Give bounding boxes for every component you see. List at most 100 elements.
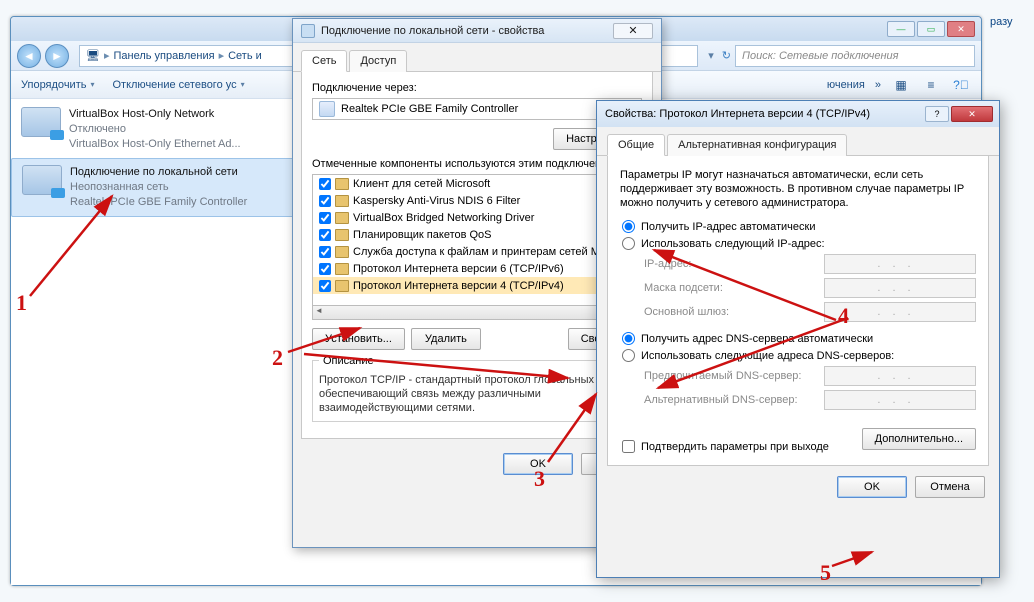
close-button[interactable]: ✕	[951, 106, 993, 122]
dialog-body: Параметры IP могут назначаться автоматич…	[607, 156, 989, 466]
breadcrumb-item[interactable]: Сеть и	[228, 50, 262, 62]
radio-manual-dns[interactable]: Использовать следующие адреса DNS-сервер…	[620, 349, 976, 362]
dialog-titlebar: Подключение по локальной сети - свойства…	[293, 19, 661, 43]
list-item: Протокол Интернета версии 6 (TCP/IPv6)	[313, 260, 641, 277]
list-item: Планировщик пакетов QoS	[313, 226, 641, 243]
component-checkbox[interactable]	[319, 229, 331, 241]
connection-title: VirtualBox Host-Only Network	[69, 107, 241, 122]
dialog-icon	[301, 24, 315, 38]
ipv4-properties-dialog: Свойства: Протокол Интернета версии 4 (T…	[596, 100, 1000, 578]
subnet-mask-label: Маска подсети:	[644, 282, 824, 294]
description-text: Протокол TCP/IP - стандартный протокол г…	[319, 373, 635, 415]
adapter-field: Realtek PCIe GBE Family Controller	[312, 98, 642, 120]
component-label: Протокол Интернета версии 6 (TCP/IPv6)	[353, 263, 564, 275]
connection-adapter: VirtualBox Host-Only Ethernet Ad...	[69, 137, 241, 152]
more-chevrons-icon[interactable]: »	[875, 79, 881, 91]
help-icon[interactable]: ?⃝	[951, 75, 971, 95]
connection-status: Отключено	[69, 122, 241, 137]
tab-strip: Общие Альтернативная конфигурация	[597, 127, 999, 156]
remove-button[interactable]: Удалить	[411, 328, 481, 350]
tab-access[interactable]: Доступ	[349, 50, 407, 72]
component-checkbox[interactable]	[319, 195, 331, 207]
component-label: Служба доступа к файлам и принтерам сете…	[353, 246, 602, 258]
disable-device-button[interactable]: Отключение сетевого ус	[112, 79, 244, 91]
search-input[interactable]: Поиск: Сетевые подключения	[735, 45, 975, 67]
tab-alt-config[interactable]: Альтернативная конфигурация	[667, 134, 847, 156]
subnet-mask-input: ...	[824, 278, 976, 298]
component-checkbox[interactable]	[319, 178, 331, 190]
radio-label: Использовать следующие адреса DNS-сервер…	[641, 350, 894, 362]
minimize-button[interactable]: —	[887, 21, 915, 37]
maximize-button[interactable]: ▭	[917, 21, 945, 37]
forward-button[interactable]: ►	[45, 44, 69, 68]
component-icon	[335, 229, 349, 241]
radio-manual-ip[interactable]: Использовать следующий IP-адрес:	[620, 237, 976, 250]
component-label: Kaspersky Anti-Virus NDIS 6 Filter	[353, 195, 520, 207]
validate-checkbox[interactable]	[622, 440, 635, 453]
network-adapter-icon	[22, 165, 62, 195]
adapter-name: Realtek PCIe GBE Family Controller	[341, 103, 518, 115]
connect-via-label: Подключение через:	[312, 82, 642, 94]
gateway-label: Основной шлюз:	[644, 306, 824, 318]
preferred-dns-input: ...	[824, 366, 976, 386]
ok-button[interactable]: OK	[837, 476, 907, 498]
radio-auto-ip[interactable]: Получить IP-адрес автоматически	[620, 220, 976, 233]
radio-auto-dns[interactable]: Получить адрес DNS-сервера автоматически	[620, 332, 976, 345]
close-button[interactable]: ✕	[947, 21, 975, 37]
advanced-button[interactable]: Дополнительно...	[862, 428, 976, 450]
annotation-5: 5	[820, 560, 831, 586]
dialog-title: Подключение по локальной сети - свойства	[321, 25, 544, 37]
radio-input[interactable]	[622, 220, 635, 233]
radio-input[interactable]	[622, 332, 635, 345]
breadcrumb-root-icon: 🖥	[86, 49, 100, 62]
component-checkbox[interactable]	[319, 280, 331, 292]
connection-adapter: Realtek PCIe GBE Family Controller	[70, 195, 247, 210]
components-list[interactable]: Клиент для сетей Microsoft Kaspersky Ant…	[312, 174, 642, 306]
component-checkbox[interactable]	[319, 263, 331, 275]
component-label: VirtualBox Bridged Networking Driver	[353, 212, 534, 224]
view-details-button[interactable]: ≡	[921, 75, 941, 95]
radio-label: Получить адрес DNS-сервера автоматически	[641, 333, 873, 345]
validate-checkbox-row[interactable]: Подтвердить параметры при выходе	[620, 440, 862, 453]
radio-input[interactable]	[622, 349, 635, 362]
component-label: Планировщик пакетов QoS	[353, 229, 492, 241]
component-label: Клиент для сетей Microsoft	[353, 178, 490, 190]
tab-network[interactable]: Сеть	[301, 50, 347, 72]
dropdown-icon[interactable]: ▾	[708, 49, 714, 62]
list-item: Клиент для сетей Microsoft	[313, 175, 641, 192]
help-button[interactable]: ?	[925, 106, 949, 122]
ip-fields-group: IP-адрес:... Маска подсети:... Основной …	[644, 254, 976, 322]
install-button[interactable]: Установить...	[312, 328, 405, 350]
annotation-2: 2	[272, 345, 283, 371]
list-item: VirtualBox Bridged Networking Driver	[313, 209, 641, 226]
validate-label: Подтвердить параметры при выходе	[641, 441, 829, 453]
component-checkbox[interactable]	[319, 246, 331, 258]
dns-fields-group: Предпочитаемый DNS-сервер:... Альтернати…	[644, 366, 976, 410]
description-heading: Описание	[319, 355, 378, 367]
annotation-4: 4	[838, 303, 849, 329]
dialog-titlebar: Свойства: Протокол Интернета версии 4 (T…	[597, 101, 999, 127]
component-icon	[335, 246, 349, 258]
description-group: Описание Протокол TCP/IP - стандартный п…	[312, 360, 642, 422]
component-icon	[335, 280, 349, 292]
close-icon[interactable]: ✕	[613, 23, 653, 39]
alternate-dns-input: ...	[824, 390, 976, 410]
diagnose-button[interactable]: ючения	[827, 79, 865, 91]
separator-icon: ▸	[104, 49, 110, 62]
back-button[interactable]: ◄	[17, 44, 41, 68]
organize-menu[interactable]: Упорядочить	[21, 79, 94, 91]
horizontal-scrollbar[interactable]	[312, 306, 642, 320]
refresh-icon[interactable]: ↻	[722, 49, 731, 62]
alternate-dns-label: Альтернативный DNS-сервер:	[644, 394, 824, 406]
annotation-1: 1	[16, 290, 27, 316]
adapter-icon	[319, 101, 335, 117]
component-icon	[335, 263, 349, 275]
cancel-button[interactable]: Отмена	[915, 476, 985, 498]
breadcrumb-item[interactable]: Панель управления	[114, 50, 215, 62]
info-text: Параметры IP могут назначаться автоматич…	[620, 168, 976, 210]
component-icon	[335, 178, 349, 190]
radio-input[interactable]	[622, 237, 635, 250]
view-icons-button[interactable]: ▦	[891, 75, 911, 95]
component-checkbox[interactable]	[319, 212, 331, 224]
tab-general[interactable]: Общие	[607, 134, 665, 156]
